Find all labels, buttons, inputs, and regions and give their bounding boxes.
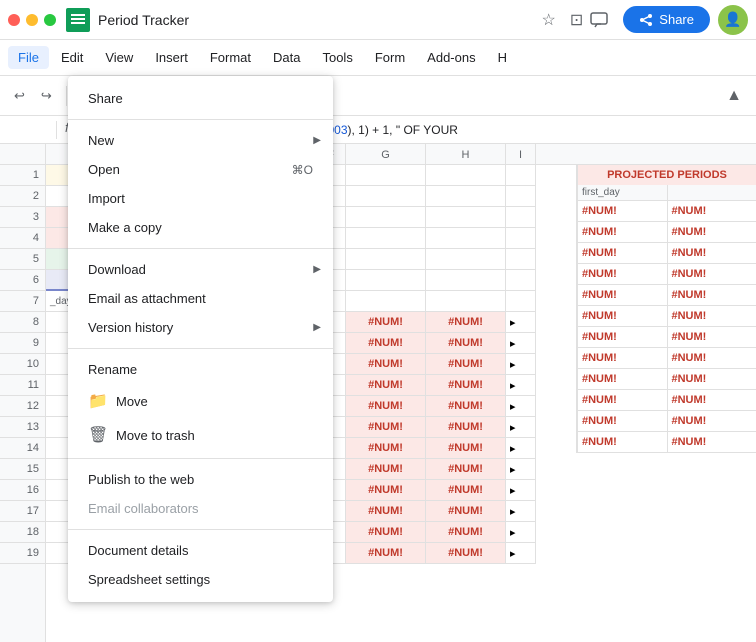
- emailcollab-menu-label: Email collaborators: [88, 501, 199, 516]
- spreadsheetsettings-menu-label: Spreadsheet settings: [88, 572, 210, 587]
- menu-divider-3: [68, 348, 333, 349]
- menu-option-docdetails[interactable]: Document details: [68, 536, 333, 565]
- open-shortcut: ⌘O: [292, 163, 313, 177]
- menu-divider-1: [68, 119, 333, 120]
- open-menu-label: Open: [88, 162, 120, 177]
- menu-option-import[interactable]: Import: [68, 184, 333, 213]
- rename-menu-label: Rename: [88, 362, 137, 377]
- emailattach-menu-label: Email as attachment: [88, 291, 206, 306]
- menu-option-new[interactable]: New: [68, 126, 333, 155]
- menu-divider-5: [68, 529, 333, 530]
- download-menu-label: Download: [88, 262, 146, 277]
- menu-option-publishweb[interactable]: Publish to the web: [68, 465, 333, 494]
- new-menu-label: New: [88, 133, 114, 148]
- menu-option-share[interactable]: Share: [68, 84, 333, 113]
- menu-option-rename[interactable]: Rename: [68, 355, 333, 384]
- menu-option-emailcollaborators: Email collaborators: [68, 494, 333, 523]
- publishweb-menu-label: Publish to the web: [88, 472, 194, 487]
- movetrash-menu-label: Move to trash: [116, 428, 195, 443]
- folder-menu-icon: 📁: [88, 391, 104, 411]
- menu-option-versionhistory[interactable]: Version history: [68, 313, 333, 342]
- versionhistory-menu-label: Version history: [88, 320, 173, 335]
- menu-overlay: Share New Open ⌘O Import Make a copy Dow…: [0, 0, 756, 642]
- share-menu-label: Share: [88, 91, 123, 106]
- move-menu-label: Move: [116, 394, 148, 409]
- trash-menu-icon: 🗑: [88, 425, 104, 445]
- menu-divider-2: [68, 248, 333, 249]
- menu-option-emailattach[interactable]: Email as attachment: [68, 284, 333, 313]
- menu-option-move[interactable]: 📁 Move: [68, 384, 333, 418]
- menu-option-download[interactable]: Download: [68, 255, 333, 284]
- menu-option-movetrash[interactable]: 🗑 Move to trash: [68, 418, 333, 452]
- file-dropdown-menu: Share New Open ⌘O Import Make a copy Dow…: [68, 76, 333, 602]
- import-menu-label: Import: [88, 191, 125, 206]
- docdetails-menu-label: Document details: [88, 543, 188, 558]
- makecopy-menu-label: Make a copy: [88, 220, 162, 235]
- menu-option-spreadsheetsettings[interactable]: Spreadsheet settings: [68, 565, 333, 594]
- menu-option-open[interactable]: Open ⌘O: [68, 155, 333, 184]
- menu-option-makecopy[interactable]: Make a copy: [68, 213, 333, 242]
- menu-divider-4: [68, 458, 333, 459]
